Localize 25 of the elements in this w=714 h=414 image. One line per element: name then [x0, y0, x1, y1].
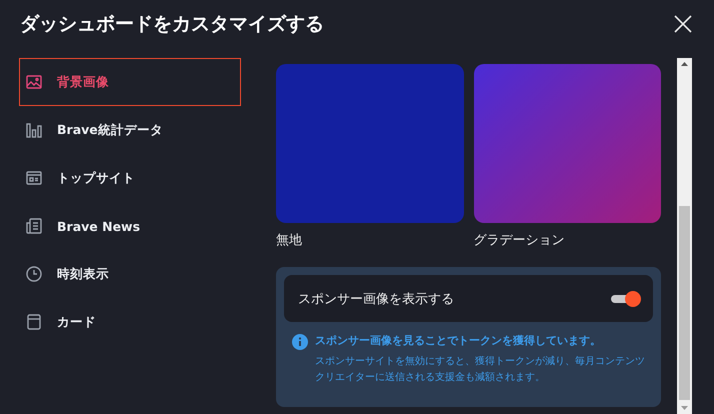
- gradient-swatch[interactable]: [474, 64, 661, 223]
- sidebar-item[interactable]: 時刻表示: [19, 250, 241, 298]
- bar-chart-icon: [25, 121, 43, 139]
- info-text: スポンサーサイトを無効にすると、獲得トークンが減り、毎月コンテンツクリエイターに送信される支援金も減額されます。: [315, 354, 646, 385]
- clock-icon: [25, 265, 43, 283]
- solid-color-swatch[interactable]: [276, 64, 464, 223]
- sidebar-item[interactable]: カード: [19, 298, 241, 346]
- sidebar-item[interactable]: Brave News: [19, 202, 241, 250]
- close-icon: [674, 15, 692, 33]
- window-icon: [25, 169, 43, 187]
- scrollbar[interactable]: [677, 58, 692, 414]
- sidebar-item[interactable]: Brave統計データ: [19, 106, 241, 154]
- newspaper-icon: [25, 217, 43, 235]
- info-title: スポンサー画像を見ることでトークンを獲得しています。: [315, 333, 602, 348]
- image-icon: [25, 73, 43, 91]
- dialog-title: ダッシュボードをカスタマイズする: [20, 12, 324, 37]
- toggle-label: スポンサー画像を表示する: [298, 290, 454, 308]
- close-button[interactable]: [674, 15, 692, 33]
- scroll-thumb[interactable]: [679, 206, 690, 400]
- background-label: 無地: [276, 232, 303, 250]
- info-icon: [292, 334, 308, 350]
- card-icon: [25, 313, 43, 331]
- sidebar-item[interactable]: 背景画像: [19, 58, 241, 106]
- background-label: グラデーション: [474, 232, 566, 250]
- sidebar-item[interactable]: トップサイト: [19, 154, 241, 202]
